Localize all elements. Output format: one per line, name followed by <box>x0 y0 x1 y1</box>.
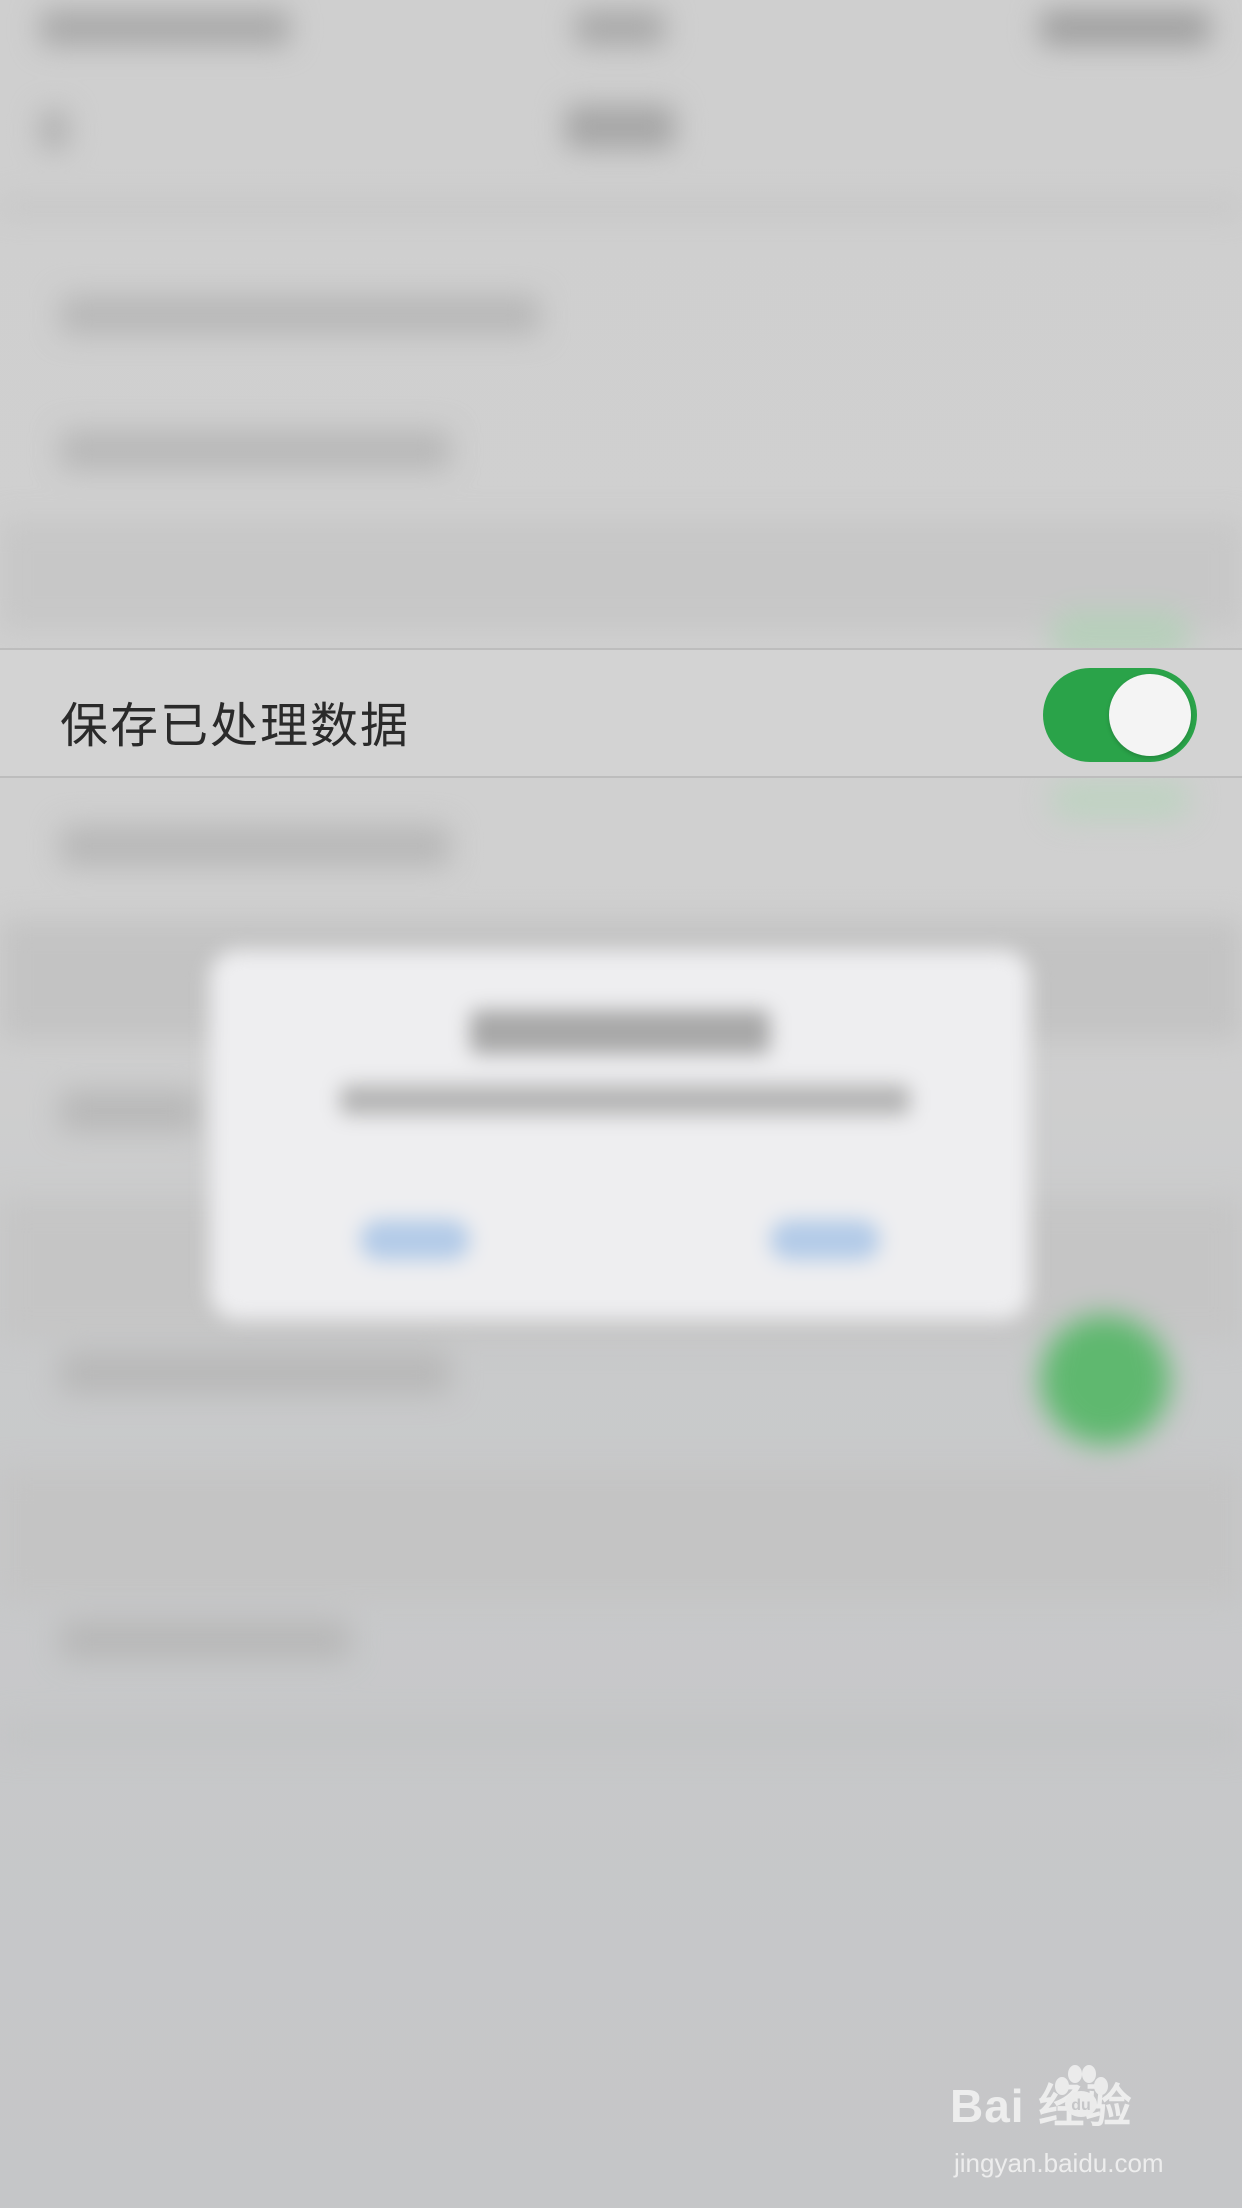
baidu-jingyan-watermark: Bai 经验 du jingyan.baidu.com <box>950 2065 1210 2190</box>
screen: 保存已处理数据 Bai 经验 du jingyan.baidu.com <box>0 0 1242 2208</box>
status-bar-left <box>40 10 290 46</box>
toggle-knob <box>1109 674 1191 756</box>
blurred-green-2 <box>1050 780 1190 820</box>
blurred-toggle <box>1040 1315 1170 1445</box>
section-gap-5 <box>0 1720 1242 1750</box>
dialog-left-button-blur <box>360 1220 470 1260</box>
nav-title <box>565 105 675 149</box>
svg-text:du: du <box>1071 2097 1091 2114</box>
blurred-alert-dialog <box>210 950 1030 1320</box>
section-gap-1 <box>0 520 1242 630</box>
setting-text-5 <box>60 1352 450 1394</box>
dialog-right-button-blur <box>770 1220 880 1260</box>
status-bar-right <box>1040 10 1210 46</box>
status-bar-center <box>575 10 665 46</box>
dialog-message-blur <box>340 1085 910 1115</box>
dialog-title-blur <box>470 1010 770 1054</box>
section-gap-4 <box>0 1470 1242 1600</box>
setting-text-2 <box>60 430 450 470</box>
watermark-url: jingyan.baidu.com <box>954 2148 1164 2178</box>
setting-text-6 <box>60 1620 350 1660</box>
setting-text-4 <box>60 1090 200 1132</box>
nav-divider <box>0 200 1242 214</box>
paw-icon: du <box>1055 2065 1108 2117</box>
setting-text-3 <box>60 825 450 867</box>
save-processed-data-toggle[interactable] <box>1043 668 1197 762</box>
nav-back-icon <box>40 110 68 150</box>
setting-text-1 <box>60 295 540 335</box>
setting-row-save-processed-data[interactable]: 保存已处理数据 <box>0 648 1242 778</box>
setting-row-label: 保存已处理数据 <box>60 698 411 754</box>
